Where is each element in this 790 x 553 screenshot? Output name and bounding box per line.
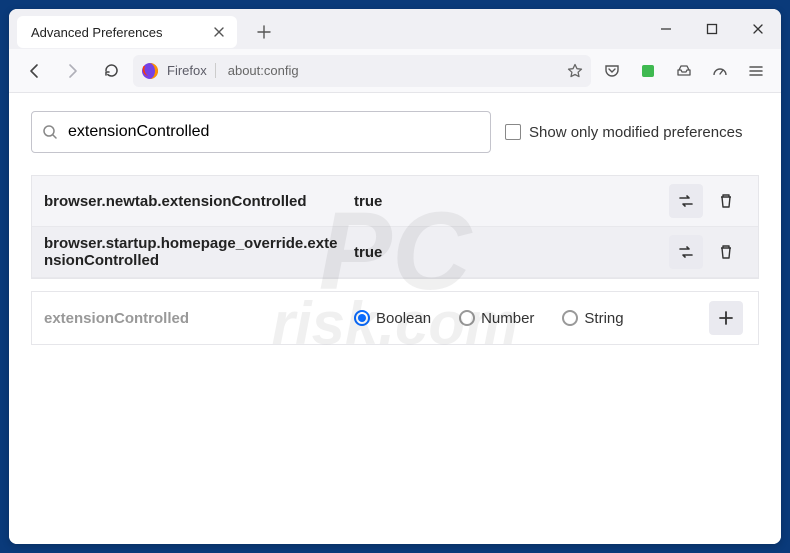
- radio-icon: [562, 310, 578, 326]
- radio-icon: [354, 310, 370, 326]
- add-pref-row: extensionControlled Boolean Number Strin…: [31, 291, 759, 345]
- add-pref-name: extensionControlled: [44, 310, 354, 327]
- delete-button[interactable]: [709, 235, 743, 269]
- pref-value: true: [354, 244, 666, 261]
- radio-icon: [459, 310, 475, 326]
- search-input[interactable]: [68, 123, 480, 141]
- radio-number[interactable]: Number: [459, 310, 534, 327]
- pref-name: browser.startup.homepage_override.extens…: [44, 235, 354, 269]
- tab-title: Advanced Preferences: [31, 25, 203, 40]
- toggle-button[interactable]: [669, 235, 703, 269]
- radio-label: String: [584, 310, 623, 327]
- forward-button[interactable]: [57, 55, 89, 87]
- delete-button[interactable]: [709, 184, 743, 218]
- reload-button[interactable]: [95, 55, 127, 87]
- pref-name: browser.newtab.extensionControlled: [44, 193, 354, 210]
- show-modified-checkbox[interactable]: Show only modified preferences: [505, 124, 742, 141]
- url-text: about:config: [224, 63, 299, 78]
- search-row: Show only modified preferences: [31, 111, 759, 153]
- titlebar: Advanced Preferences: [9, 9, 781, 49]
- checkbox-icon: [505, 124, 521, 140]
- pref-value: true: [354, 193, 666, 210]
- bookmark-star-icon[interactable]: [567, 63, 583, 79]
- extension-icon[interactable]: [633, 56, 663, 86]
- radio-boolean[interactable]: Boolean: [354, 310, 431, 327]
- checkbox-label: Show only modified preferences: [529, 124, 742, 141]
- new-tab-button[interactable]: [249, 17, 279, 47]
- type-radio-group: Boolean Number String: [354, 310, 706, 327]
- inbox-icon[interactable]: [669, 56, 699, 86]
- add-button[interactable]: [709, 301, 743, 335]
- close-tab-icon[interactable]: [211, 24, 227, 40]
- radio-string[interactable]: String: [562, 310, 623, 327]
- dashboard-icon[interactable]: [705, 56, 735, 86]
- tab-active[interactable]: Advanced Preferences: [17, 16, 237, 48]
- close-window-button[interactable]: [735, 9, 781, 49]
- pref-row: browser.newtab.extensionControlled true: [32, 176, 758, 227]
- url-bar[interactable]: Firefox about:config: [133, 55, 591, 87]
- radio-label: Boolean: [376, 310, 431, 327]
- search-box[interactable]: [31, 111, 491, 153]
- pocket-icon[interactable]: [597, 56, 627, 86]
- toggle-button[interactable]: [669, 184, 703, 218]
- pref-list: browser.newtab.extensionControlled true …: [31, 175, 759, 279]
- firefox-icon: [141, 62, 159, 80]
- search-icon: [42, 124, 58, 140]
- radio-label: Number: [481, 310, 534, 327]
- identity-label: Firefox: [167, 63, 216, 78]
- maximize-button[interactable]: [689, 9, 735, 49]
- nav-toolbar: Firefox about:config: [9, 49, 781, 93]
- page-content: Show only modified preferences browser.n…: [9, 93, 781, 544]
- back-button[interactable]: [19, 55, 51, 87]
- browser-window: Advanced Preferences Firefox about:confi…: [9, 9, 781, 544]
- minimize-button[interactable]: [643, 9, 689, 49]
- pref-row: browser.startup.homepage_override.extens…: [32, 227, 758, 278]
- menu-icon[interactable]: [741, 56, 771, 86]
- window-controls: [643, 9, 781, 49]
